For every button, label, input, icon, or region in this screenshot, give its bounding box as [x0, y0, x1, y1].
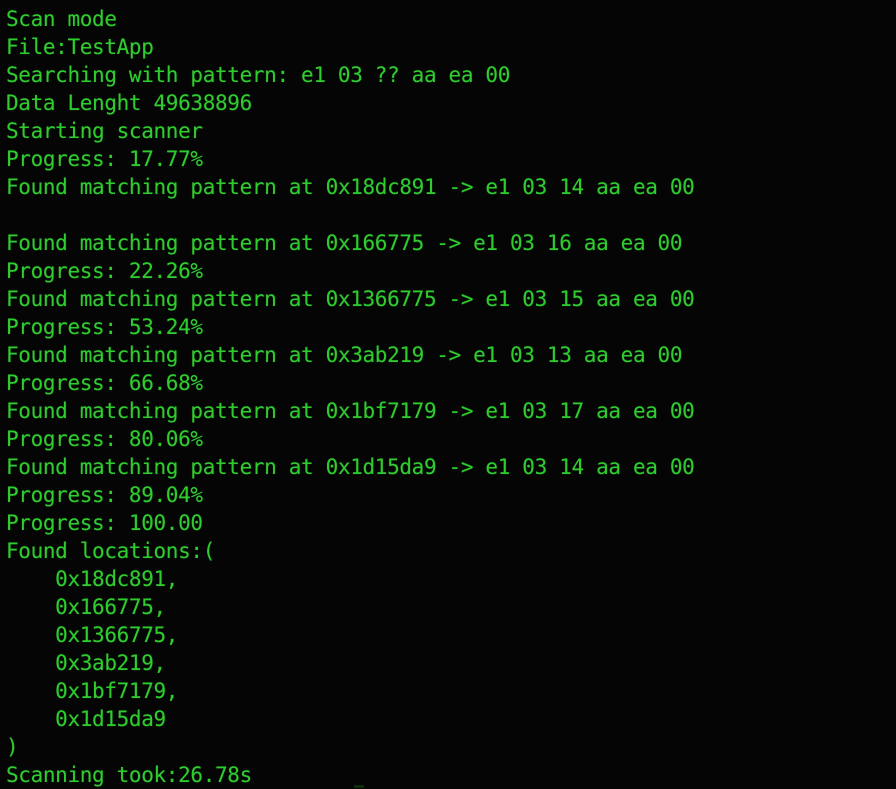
console-line-location: 0x1bf7179,	[6, 679, 179, 703]
console-line-progress: Progress: 53.24%	[6, 315, 203, 339]
console-line-match: Found matching pattern at 0x166775 -> e1…	[6, 231, 683, 255]
console-line-file: File:TestApp	[6, 35, 154, 59]
console-line-scanning-took: Scanning took:26.78s	[6, 763, 252, 787]
console-line-progress: Progress: 89.04%	[6, 483, 203, 507]
console-line-progress: Progress: 22.26%	[6, 259, 203, 283]
console-line-location: 0x3ab219,	[6, 651, 166, 675]
console-line-location: 0x1366775,	[6, 623, 179, 647]
console-line-progress: Progress: 80.06%	[6, 427, 203, 451]
console-line-match: Found matching pattern at 0x1366775 -> e…	[6, 287, 695, 311]
console-line-progress: Progress: 100.00	[6, 511, 203, 535]
console-line-starting-scanner: Starting scanner	[6, 119, 203, 143]
console-line-scan-mode: Scan mode	[6, 7, 117, 31]
console-line-match: Found matching pattern at 0x18dc891 -> e…	[6, 175, 695, 199]
console-line-match: Found matching pattern at 0x3ab219 -> e1…	[6, 343, 683, 367]
terminal-console[interactable]: Scan mode File:TestApp Searching with pa…	[0, 0, 896, 788]
console-line-location: 0x166775,	[6, 595, 166, 619]
console-line-match: Found matching pattern at 0x1d15da9 -> e…	[6, 455, 695, 479]
console-line-close-paren: )	[6, 735, 19, 759]
console-line-found-locations: Found locations:(	[6, 539, 215, 563]
console-line-progress: Progress: 66.68%	[6, 371, 203, 395]
console-line-data-length: Data Lenght 49638896	[6, 91, 252, 115]
console-line-location: 0x1d15da9	[6, 707, 166, 731]
console-line-match: Found matching pattern at 0x1bf7179 -> e…	[6, 399, 695, 423]
console-line-progress: Progress: 17.77%	[6, 147, 203, 171]
console-line-search-pattern: Searching with pattern: e1 03 ?? aa ea 0…	[6, 63, 511, 87]
console-line-location: 0x18dc891,	[6, 567, 179, 591]
